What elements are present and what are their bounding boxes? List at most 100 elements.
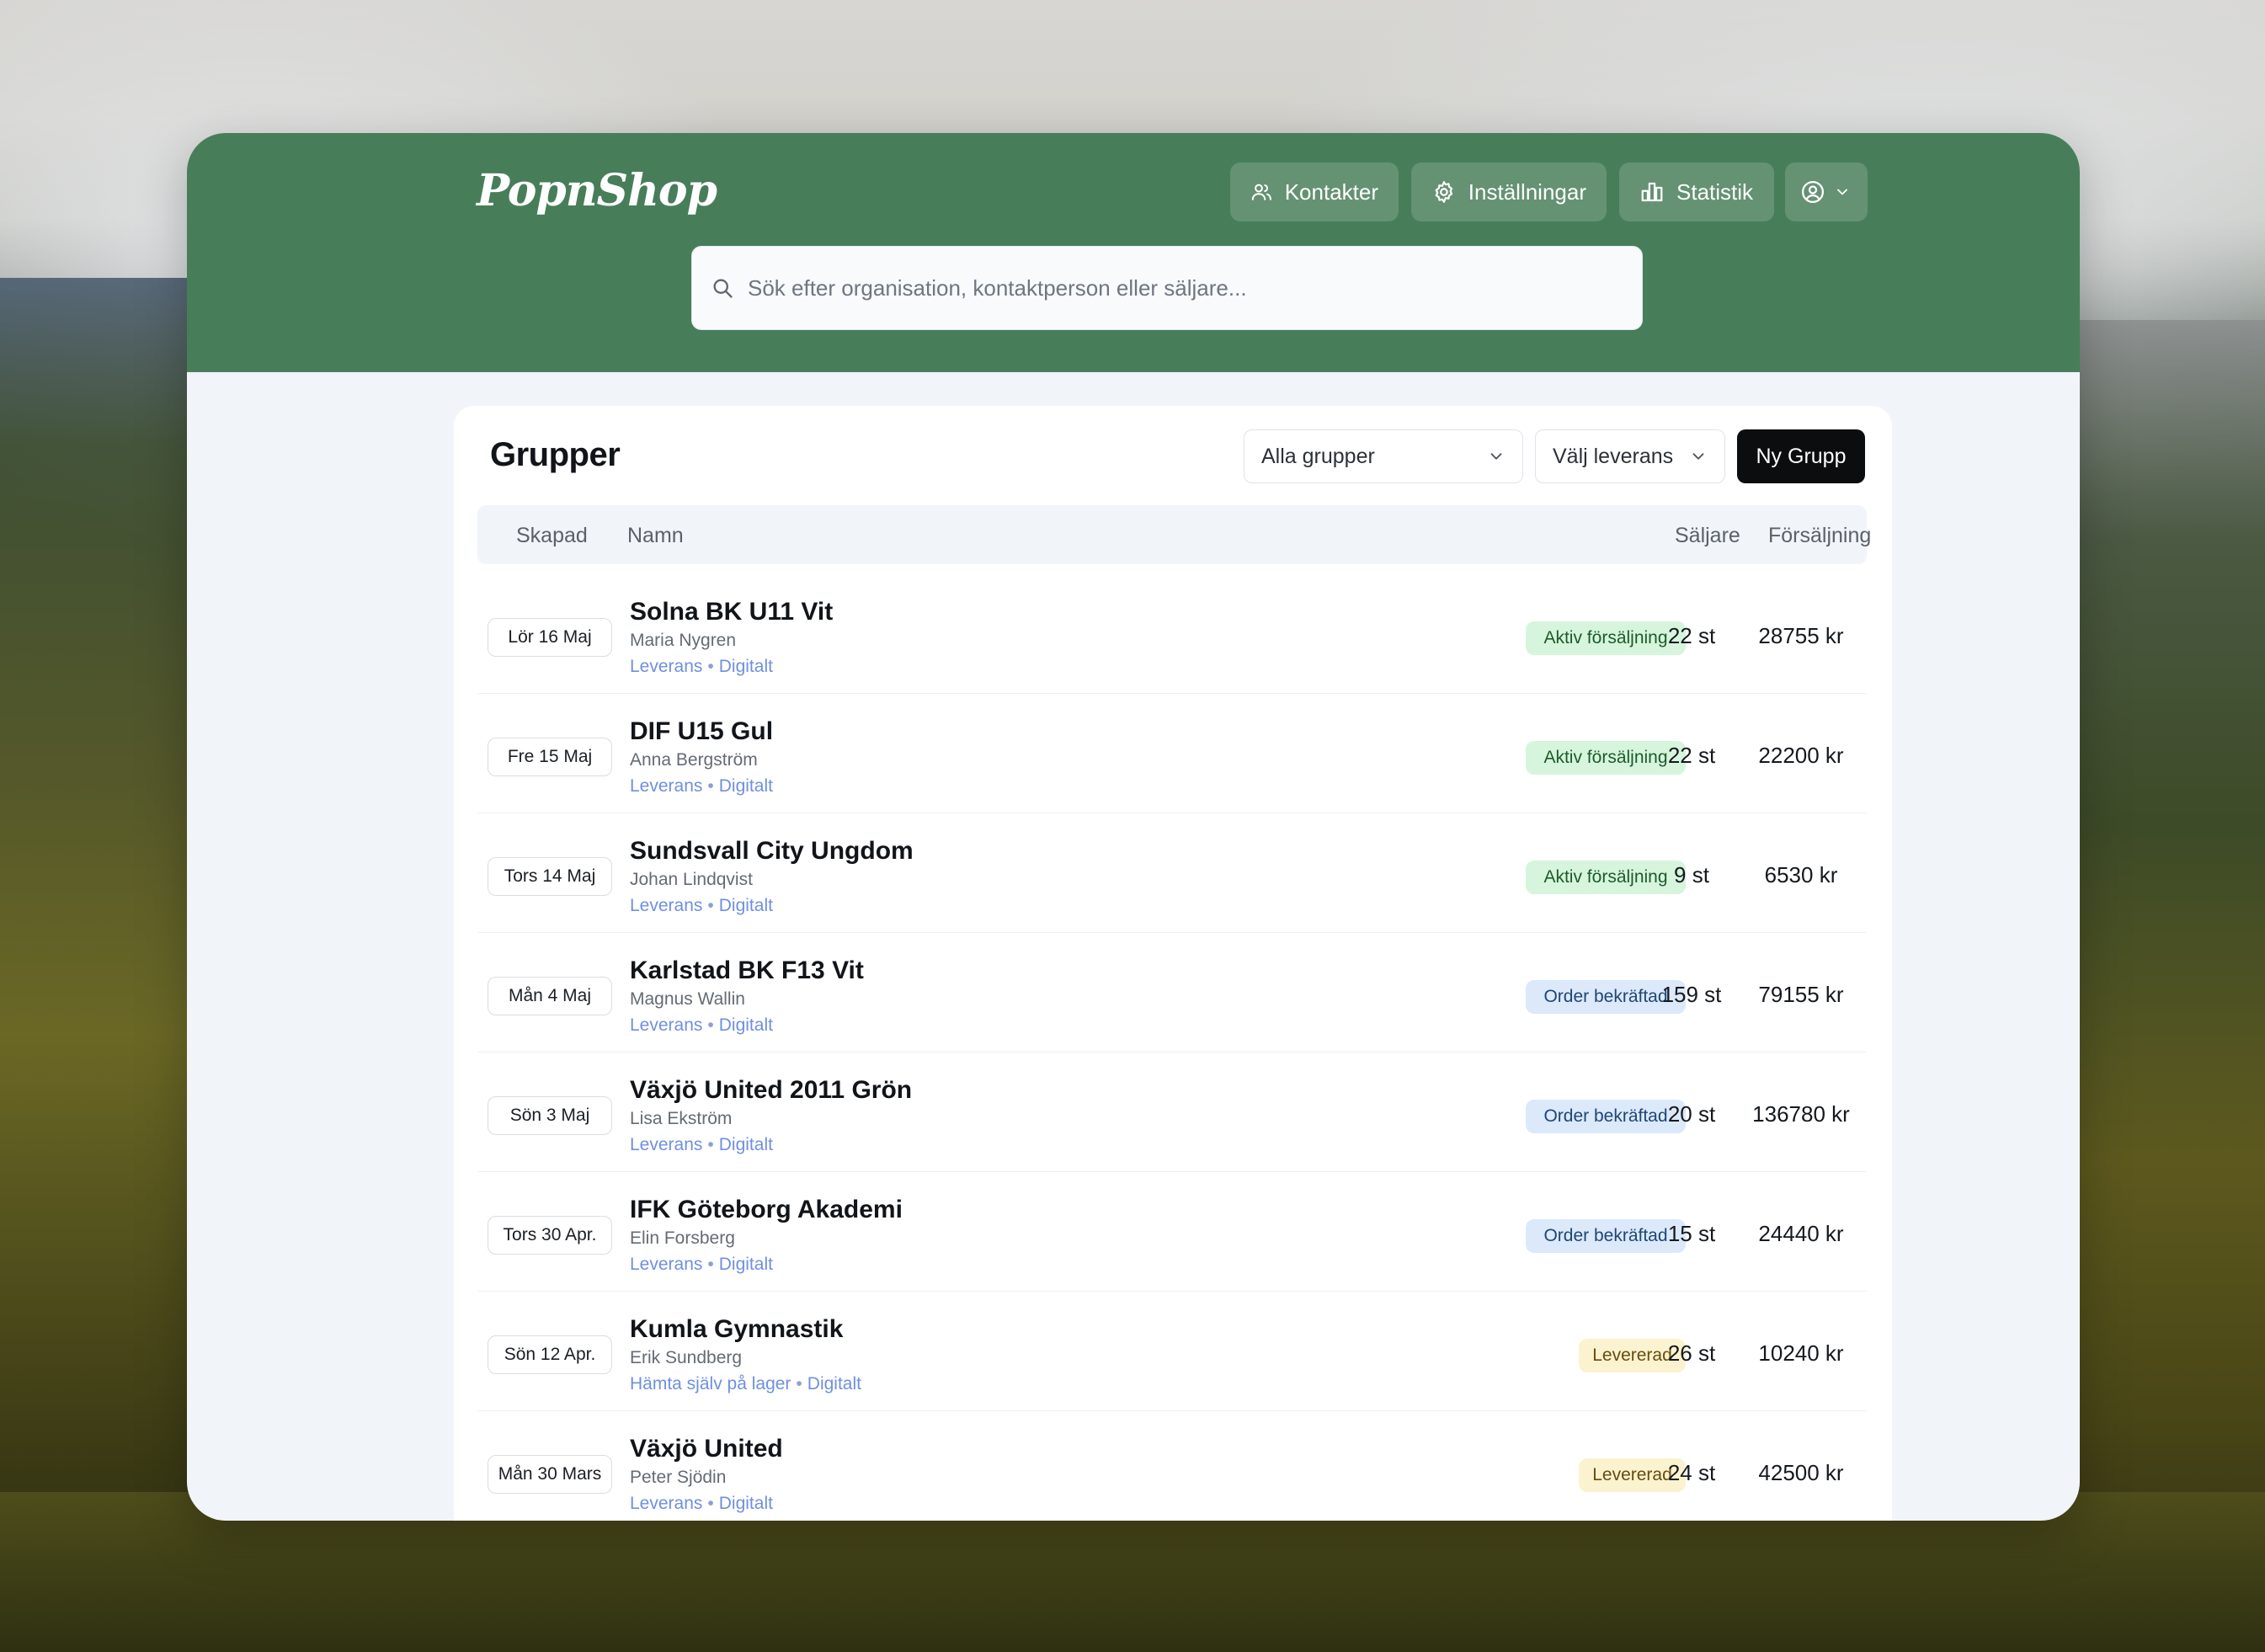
background-hillside-left	[0, 278, 219, 1652]
sales-channel: Digitalt	[718, 776, 773, 796]
delivery-method: Leverans	[630, 1494, 703, 1513]
group-name[interactable]: IFK Göteborg Akademi	[630, 1196, 903, 1224]
new-group-button[interactable]: Ny Grupp	[1737, 429, 1865, 483]
chevron-down-icon	[1490, 453, 1502, 460]
logo[interactable]: PopnShop	[477, 165, 717, 216]
column-header-sales[interactable]: Försäljning	[1768, 524, 1871, 548]
nav-contacts-button[interactable]: Kontakter	[1230, 163, 1399, 221]
table-row[interactable]: Tors 30 Apr. IFK Göteborg Akademi Elin F…	[477, 1172, 1867, 1292]
sales-amount: 79155 kr	[1758, 982, 1844, 1007]
contact-person: Magnus Wallin	[630, 989, 745, 1009]
sales-amount: 22200 kr	[1758, 743, 1844, 768]
group-name[interactable]: Kumla Gymnastik	[630, 1315, 843, 1344]
delivery-tags: Leverans • Digitalt	[630, 896, 773, 915]
app-window: PopnShop Kontakter Inställningar Statist…	[187, 133, 2080, 1521]
contact-person: Lisa Ekström	[630, 1109, 733, 1128]
contact-person: Erik Sundberg	[630, 1348, 743, 1367]
created-date: Tors 14 Maj	[488, 857, 612, 896]
contact-person: Anna Bergström	[630, 750, 758, 770]
delivery-method: Leverans	[630, 1255, 703, 1274]
account-menu-button[interactable]	[1785, 163, 1868, 221]
sellers-count: 26 st	[1667, 1340, 1716, 1366]
table-row[interactable]: Sön 3 Maj Växjö United 2011 Grön Lisa Ek…	[477, 1052, 1867, 1172]
delivery-tags: Leverans • Digitalt	[630, 1255, 773, 1274]
table-row[interactable]: Mån 4 Maj Karlstad BK F13 Vit Magnus Wal…	[477, 933, 1867, 1052]
contact-person: Peter Sjödin	[630, 1468, 727, 1487]
group-filter-value: Alla grupper	[1261, 444, 1375, 468]
group-name[interactable]: Sundsvall City Ungdom	[630, 837, 914, 866]
table-row[interactable]: Lör 16 Maj Solna BK U11 Vit Maria Nygren…	[477, 574, 1867, 694]
sales-channel: Digitalt	[718, 1494, 773, 1513]
delivery-method: Leverans	[630, 657, 703, 676]
sellers-count: 20 st	[1667, 1101, 1716, 1127]
group-name[interactable]: Växjö United	[630, 1435, 783, 1463]
table-row[interactable]: Tors 14 Maj Sundsvall City Ungdom Johan …	[477, 813, 1867, 933]
bar-chart-icon	[1641, 182, 1663, 202]
created-date: Fre 15 Maj	[488, 738, 612, 776]
table-row[interactable]: Mån 30 Mars Växjö United Peter Sjödin Le…	[477, 1411, 1867, 1521]
table-header: Skapad Namn Säljare Försäljning	[477, 505, 1871, 564]
page-title: Grupper	[490, 436, 621, 473]
created-date: Lör 16 Maj	[488, 618, 612, 657]
chevron-down-icon	[1837, 189, 1847, 195]
delivery-filter-select[interactable]: Välj leverans	[1535, 429, 1725, 483]
nav-settings-label: Inställningar	[1468, 179, 1586, 205]
created-date: Tors 30 Apr.	[488, 1216, 612, 1255]
group-name[interactable]: DIF U15 Gul	[630, 717, 773, 746]
sales-channel: Digitalt	[718, 1255, 773, 1274]
sales-channel: Digitalt	[718, 896, 773, 915]
contact-person: Maria Nygren	[630, 631, 737, 650]
group-name[interactable]: Solna BK U11 Vit	[630, 598, 833, 626]
user-circle-icon	[1802, 181, 1824, 203]
delivery-tags: Leverans • Digitalt	[630, 1494, 773, 1513]
sales-channel: Digitalt	[718, 1015, 773, 1035]
table-row[interactable]: Sön 12 Apr. Kumla Gymnastik Erik Sundber…	[477, 1292, 1867, 1411]
sellers-count: 159 st	[1661, 982, 1722, 1007]
sales-amount: 28755 kr	[1758, 623, 1844, 648]
created-date: Sön 3 Maj	[488, 1096, 612, 1135]
sales-channel: Digitalt	[718, 657, 773, 676]
sellers-count: 22 st	[1667, 743, 1716, 768]
delivery-tags: Leverans • Digitalt	[630, 1015, 773, 1035]
search-input[interactable]	[748, 274, 1623, 301]
users-icon	[1251, 184, 1271, 200]
contact-person: Elin Forsberg	[630, 1228, 735, 1248]
sales-amount: 10240 kr	[1758, 1340, 1844, 1366]
sellers-count: 22 st	[1667, 623, 1716, 648]
delivery-method: Hämta själv på lager	[630, 1374, 791, 1394]
nav-contacts-label: Kontakter	[1284, 179, 1378, 205]
delivery-method: Leverans	[630, 896, 703, 915]
sellers-count: 9 st	[1674, 862, 1709, 887]
sales-amount: 136780 kr	[1752, 1101, 1850, 1127]
delivery-method: Leverans	[630, 776, 703, 796]
delivery-tags: Hämta själv på lager • Digitalt	[630, 1374, 861, 1394]
delivery-filter-value: Välj leverans	[1553, 444, 1674, 468]
search-icon	[713, 279, 733, 298]
gear-icon	[1435, 181, 1453, 203]
chevron-down-icon	[1692, 453, 1704, 460]
sellers-count: 15 st	[1667, 1221, 1716, 1246]
nav-stats-label: Statistik	[1676, 179, 1754, 205]
column-header-sellers[interactable]: Säljare	[1675, 524, 1740, 548]
sales-amount: 6530 kr	[1764, 862, 1838, 887]
created-date: Sön 12 Apr.	[488, 1335, 612, 1374]
created-date: Mån 30 Mars	[488, 1455, 612, 1494]
sales-channel: Digitalt	[807, 1374, 861, 1394]
column-header-name[interactable]: Namn	[627, 524, 684, 548]
group-name[interactable]: Växjö United 2011 Grön	[630, 1076, 912, 1105]
sales-channel: Digitalt	[718, 1135, 773, 1154]
delivery-method: Leverans	[630, 1135, 703, 1154]
delivery-method: Leverans	[630, 1015, 703, 1035]
sellers-count: 24 st	[1667, 1460, 1716, 1485]
nav-settings-button[interactable]: Inställningar	[1411, 163, 1607, 221]
groups-card: Grupper Alla grupper Välj leverans Ny Gr…	[454, 406, 1892, 1521]
table-row[interactable]: Fre 15 Maj DIF U15 Gul Anna Bergström Le…	[477, 694, 1867, 813]
column-header-created[interactable]: Skapad	[516, 524, 588, 548]
group-name[interactable]: Karlstad BK F13 Vit	[630, 957, 864, 985]
nav-stats-button[interactable]: Statistik	[1619, 163, 1774, 221]
sales-amount: 42500 kr	[1758, 1460, 1844, 1485]
search-bar	[691, 246, 1643, 330]
group-filter-select[interactable]: Alla grupper	[1244, 429, 1523, 483]
delivery-tags: Leverans • Digitalt	[630, 657, 773, 676]
contact-person: Johan Lindqvist	[630, 870, 753, 889]
